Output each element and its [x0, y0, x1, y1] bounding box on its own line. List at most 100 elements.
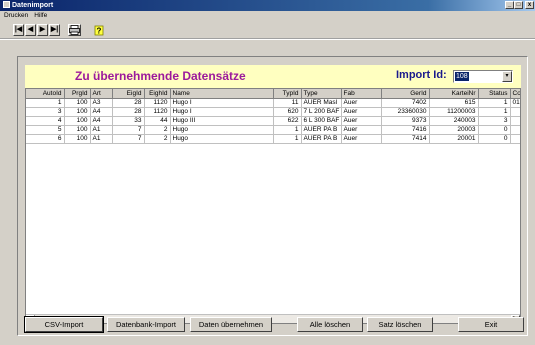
- cell[interactable]: 28: [112, 107, 145, 117]
- chevron-down-icon[interactable]: ▾: [502, 71, 512, 82]
- cell[interactable]: 20001: [429, 134, 479, 144]
- cell[interactable]: Auer: [341, 116, 382, 126]
- cell[interactable]: 28: [112, 98, 145, 108]
- cell[interactable]: 11: [273, 98, 302, 108]
- cell[interactable]: 3: [478, 116, 511, 126]
- cell[interactable]: 100: [64, 98, 91, 108]
- table-row[interactable]: 3 100 A4 28 1120 Hugo I 620 7 L 200 BAF …: [26, 107, 520, 117]
- column-header[interactable]: GerId: [381, 89, 430, 99]
- cell[interactable]: 1: [273, 125, 302, 135]
- cell[interactable]: 1120: [144, 107, 171, 117]
- help-button[interactable]: ?: [93, 24, 105, 36]
- cell[interactable]: 0: [478, 134, 511, 144]
- exit-button[interactable]: Exit: [458, 317, 524, 332]
- column-header[interactable]: EighId: [144, 89, 171, 99]
- cell[interactable]: Hugo I: [170, 107, 274, 117]
- cell[interactable]: 6: [26, 134, 65, 144]
- print-button[interactable]: [68, 24, 81, 36]
- next-record-button[interactable]: ▶: [37, 24, 48, 36]
- cell[interactable]: Hugo III: [170, 116, 274, 126]
- cell[interactable]: Hugo I: [170, 98, 274, 108]
- delete-record-button[interactable]: Satz löschen: [367, 317, 433, 332]
- cell[interactable]: 11200003: [429, 107, 479, 117]
- cell[interactable]: [510, 134, 520, 144]
- minimize-button[interactable]: _: [505, 1, 514, 9]
- cell[interactable]: 23360030: [381, 107, 430, 117]
- cell[interactable]: 1: [478, 107, 511, 117]
- cell[interactable]: A1: [90, 134, 113, 144]
- cell[interactable]: 5: [26, 125, 65, 135]
- cell[interactable]: 2: [144, 125, 171, 135]
- cell[interactable]: 9373: [381, 116, 430, 126]
- cell[interactable]: Auer: [341, 125, 382, 135]
- cell[interactable]: 615: [429, 98, 479, 108]
- cell[interactable]: 0: [478, 125, 511, 135]
- column-header[interactable]: Fab: [341, 89, 382, 99]
- close-button[interactable]: x: [525, 1, 534, 9]
- cell[interactable]: 4: [26, 116, 65, 126]
- table-row[interactable]: 5 100 A1 7 2 Hugo 1 AUER PA B Auer 7416 …: [26, 125, 520, 135]
- last-record-button[interactable]: ▶|: [49, 24, 60, 36]
- column-header[interactable]: Co: [510, 89, 520, 99]
- column-header[interactable]: Status: [478, 89, 511, 99]
- cell[interactable]: AUER PA B: [301, 125, 342, 135]
- first-record-button[interactable]: |◀: [13, 24, 24, 36]
- column-header[interactable]: TypId: [273, 89, 302, 99]
- column-header[interactable]: KarteiNr: [429, 89, 479, 99]
- column-header[interactable]: AutoId: [26, 89, 65, 99]
- database-import-button[interactable]: Datenbank-Import: [107, 317, 185, 332]
- records-grid[interactable]: AutoId PrgId Art EigId EighId Name TypId…: [25, 88, 521, 324]
- cell[interactable]: 3: [26, 107, 65, 117]
- cell[interactable]: 44: [144, 116, 171, 126]
- cell[interactable]: 33: [112, 116, 145, 126]
- column-header[interactable]: PrgId: [64, 89, 91, 99]
- cell[interactable]: 7: [112, 125, 145, 135]
- cell[interactable]: A3: [90, 98, 113, 108]
- column-header[interactable]: Art: [90, 89, 113, 99]
- cell[interactable]: 622: [273, 116, 302, 126]
- table-row[interactable]: 4 100 A4 33 44 Hugo III 622 6 L 300 BAF …: [26, 116, 520, 126]
- delete-all-button[interactable]: Alle löschen: [297, 317, 363, 332]
- cell[interactable]: 7414: [381, 134, 430, 144]
- cell[interactable]: 20003: [429, 125, 479, 135]
- cell[interactable]: 010: [510, 98, 520, 108]
- cell[interactable]: A4: [90, 107, 113, 117]
- cell[interactable]: A4: [90, 116, 113, 126]
- cell[interactable]: 100: [64, 134, 91, 144]
- column-header[interactable]: EigId: [112, 89, 145, 99]
- cell[interactable]: 100: [64, 116, 91, 126]
- cell[interactable]: 7402: [381, 98, 430, 108]
- cell[interactable]: [510, 116, 520, 126]
- cell[interactable]: Auer: [341, 107, 382, 117]
- table-row[interactable]: 1 100 A3 28 1120 Hugo I 11 AUER Masl Aue…: [26, 98, 520, 108]
- cell[interactable]: 240003: [429, 116, 479, 126]
- cell[interactable]: 1: [478, 98, 511, 108]
- menu-drucken[interactable]: Drucken: [4, 11, 28, 20]
- cell[interactable]: Hugo: [170, 134, 274, 144]
- cell[interactable]: 2: [144, 134, 171, 144]
- cell[interactable]: A1: [90, 125, 113, 135]
- cell[interactable]: 100: [64, 107, 91, 117]
- import-id-select[interactable]: 108 ▾: [453, 70, 513, 83]
- column-header[interactable]: Name: [170, 89, 274, 99]
- cell[interactable]: Hugo: [170, 125, 274, 135]
- cell[interactable]: [510, 125, 520, 135]
- cell[interactable]: Auer: [341, 134, 382, 144]
- take-over-data-button[interactable]: Daten übernehmen: [190, 317, 272, 332]
- column-header[interactable]: Type: [301, 89, 342, 99]
- cell[interactable]: 1: [26, 98, 65, 108]
- menu-hilfe[interactable]: Hilfe: [34, 11, 47, 20]
- maximize-button[interactable]: □: [514, 1, 523, 9]
- cell[interactable]: AUER Masl: [301, 98, 342, 108]
- cell[interactable]: 100: [64, 125, 91, 135]
- cell[interactable]: [510, 107, 520, 117]
- cell[interactable]: 1120: [144, 98, 171, 108]
- cell[interactable]: 7416: [381, 125, 430, 135]
- cell[interactable]: 6 L 300 BAF: [301, 116, 342, 126]
- cell[interactable]: Auer: [341, 98, 382, 108]
- cell[interactable]: 7: [112, 134, 145, 144]
- table-row[interactable]: 6 100 A1 7 2 Hugo 1 AUER PA B Auer 7414 …: [26, 134, 520, 144]
- previous-record-button[interactable]: ◀: [25, 24, 36, 36]
- cell[interactable]: 1: [273, 134, 302, 144]
- csv-import-button[interactable]: CSV-Import: [24, 316, 104, 333]
